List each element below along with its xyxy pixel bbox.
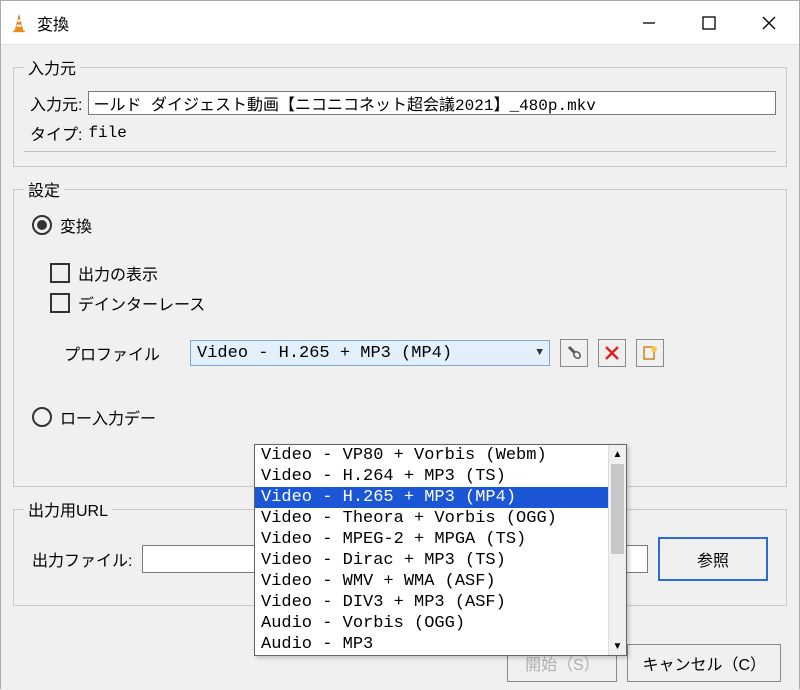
scroll-up-icon[interactable]: ▲ <box>609 445 626 463</box>
source-input-row: 入力元: ールド ダイジェスト動画【ニコニコネット超会議2021】_480p.m… <box>30 91 776 115</box>
check-display-label: 出力の表示 <box>78 261 158 285</box>
titlebar: 変換 <box>1 1 799 45</box>
radio-raw[interactable] <box>32 407 52 427</box>
window-controls <box>619 1 799 44</box>
profile-option[interactable]: Audio - Vorbis (OGG) <box>255 613 608 634</box>
source-label: 入力元: <box>30 91 82 115</box>
radio-convert-row[interactable]: 変換 <box>32 213 776 237</box>
radio-convert[interactable] <box>32 215 52 235</box>
profile-option[interactable]: Video - DIV3 + MP3 (ASF) <box>255 592 608 613</box>
cancel-button[interactable]: キャンセル（C） <box>627 644 781 682</box>
profile-new-button[interactable] <box>636 339 664 367</box>
check-deint-label: デインターレース <box>78 291 205 315</box>
profile-option[interactable]: Video - Dirac + MP3 (TS) <box>255 550 608 571</box>
profile-label: プロファイル <box>64 341 160 365</box>
profile-row: プロファイル Video - H.265 + MP3 (MP4) ▼ <box>64 339 776 367</box>
source-legend: 入力元 <box>24 55 80 79</box>
profile-option-selected[interactable]: Video - H.265 + MP3 (MP4) <box>255 487 608 508</box>
chevron-down-icon: ▼ <box>536 347 543 359</box>
source-type-row: タイプ: file <box>30 121 776 145</box>
close-button[interactable] <box>739 1 799 44</box>
new-file-icon <box>642 345 658 361</box>
source-input[interactable]: ールド ダイジェスト動画【ニコニコネット超会議2021】_480p.mkv <box>88 91 776 115</box>
output-file-label: 出力ファイル: <box>32 547 132 571</box>
profile-selected: Video - H.265 + MP3 (MP4) <box>197 344 452 363</box>
minimize-icon <box>642 16 656 30</box>
profile-option[interactable]: Video - Theora + Vorbis (OGG) <box>255 508 608 529</box>
profile-combo[interactable]: Video - H.265 + MP3 (MP4) ▼ <box>190 340 550 366</box>
wrench-icon <box>566 345 582 361</box>
delete-x-icon <box>605 346 619 360</box>
profile-option[interactable]: Video - H.264 + MP3 (TS) <box>255 466 608 487</box>
profile-option[interactable]: Video - VP80 + Vorbis (Webm) <box>255 445 608 466</box>
type-value: file <box>88 124 126 142</box>
check-display-row[interactable]: 出力の表示 <box>50 261 776 285</box>
divider <box>24 151 776 152</box>
check-deint-row[interactable]: デインターレース <box>50 291 776 315</box>
profile-option[interactable]: Video - MPEG-2 + MPGA (TS) <box>255 529 608 550</box>
output-legend: 出力用URL <box>24 497 112 521</box>
close-icon <box>762 16 776 30</box>
profile-edit-button[interactable] <box>560 339 588 367</box>
scroll-down-icon[interactable]: ▼ <box>609 637 626 655</box>
check-deint[interactable] <box>50 293 70 313</box>
radio-convert-label: 変換 <box>60 213 92 237</box>
settings-group: 設定 変換 出力の表示 デインターレース プロファイル Video - H.26… <box>13 177 787 487</box>
source-group: 入力元 入力元: ールド ダイジェスト動画【ニコニコネット超会議2021】_48… <box>13 55 787 167</box>
convert-dialog: 変換 入力元 入力元: ールド ダイジェスト動画【ニコニコネット超会議2021】… <box>0 0 800 689</box>
dialog-content: 入力元 入力元: ールド ダイジェスト動画【ニコニコネット超会議2021】_48… <box>1 45 799 690</box>
window-title: 変換 <box>37 11 619 35</box>
maximize-icon <box>702 16 716 30</box>
minimize-button[interactable] <box>619 1 679 44</box>
settings-legend: 設定 <box>24 177 64 201</box>
browse-button[interactable]: 参照 <box>658 537 768 581</box>
radio-raw-label: ロー入力デー <box>60 405 156 429</box>
check-display[interactable] <box>50 263 70 283</box>
type-label: タイプ: <box>30 121 82 145</box>
profile-dropdown-list: Video - VP80 + Vorbis (Webm) Video - H.2… <box>255 445 608 655</box>
maximize-button[interactable] <box>679 1 739 44</box>
radio-raw-row[interactable]: ロー入力デー <box>32 405 776 429</box>
scroll-thumb[interactable] <box>611 464 624 554</box>
dropdown-scrollbar[interactable]: ▲ ▼ <box>608 445 626 655</box>
profile-option[interactable]: Video - WMV + WMA (ASF) <box>255 571 608 592</box>
vlc-cone-icon <box>9 13 29 33</box>
profile-dropdown[interactable]: Video - VP80 + Vorbis (Webm) Video - H.2… <box>254 444 627 656</box>
profile-delete-button[interactable] <box>598 339 626 367</box>
profile-option[interactable]: Audio - MP3 <box>255 634 608 655</box>
